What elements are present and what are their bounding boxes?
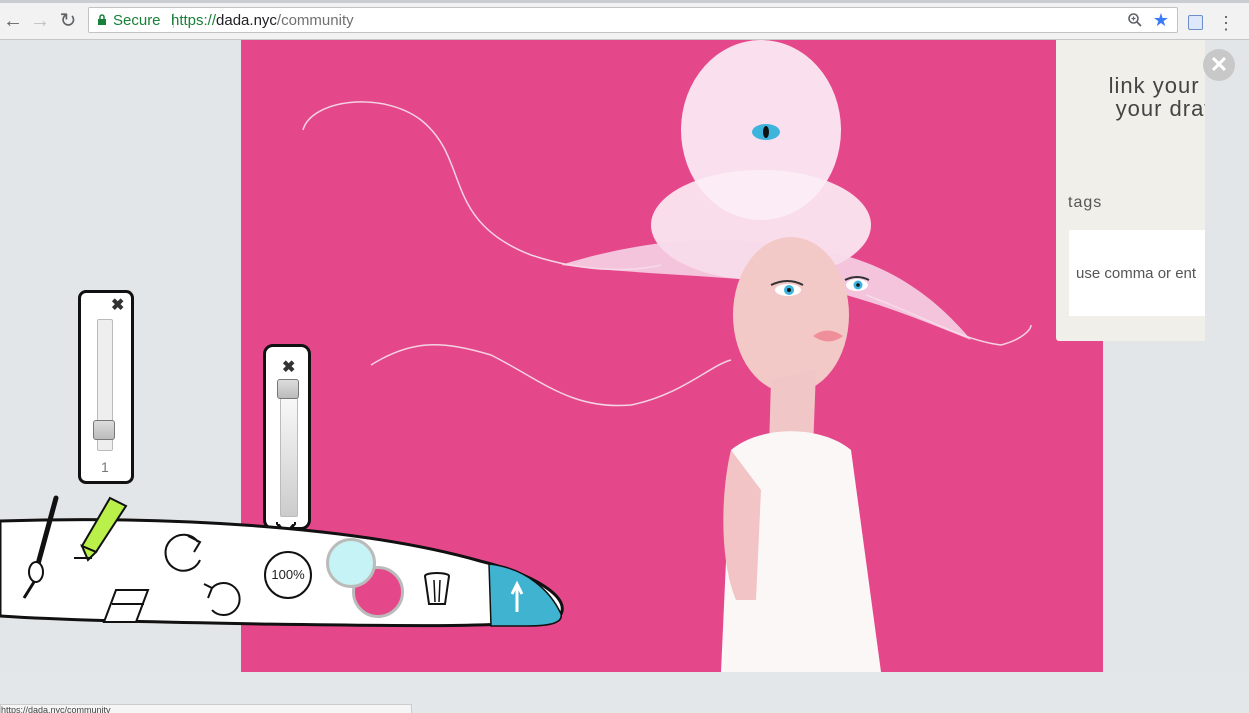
- reload-icon[interactable]: ↻: [56, 9, 80, 33]
- browser-toolbar: ← → ↻ Secure https://dada.nyc/community …: [0, 3, 1249, 40]
- brush-size-popover: ✖ 1: [78, 290, 134, 484]
- page-content: link your fb a your drawin tags ✕ ✖ 1 ✖: [0, 40, 1249, 713]
- opacity-slider[interactable]: [280, 379, 298, 517]
- close-size-popover-icon[interactable]: ✖: [111, 295, 124, 315]
- primary-color-swatch[interactable]: [326, 538, 376, 588]
- status-bar: https://dada.nyc/community: [0, 704, 412, 713]
- url-protocol: https://: [171, 12, 217, 29]
- trash-icon[interactable]: [420, 570, 454, 610]
- send-button[interactable]: [487, 562, 567, 630]
- panel-heading: link your fb a your drawin: [1108, 73, 1205, 121]
- close-icon[interactable]: ✕: [1203, 49, 1235, 81]
- close-opacity-popover-icon[interactable]: ✖: [282, 357, 295, 377]
- menu-icon[interactable]: ⋮: [1217, 11, 1235, 35]
- opacity-zoom-button[interactable]: 100%: [264, 551, 312, 599]
- url-host: dada.nyc: [216, 12, 277, 29]
- bookmark-star-icon[interactable]: ★: [1153, 10, 1169, 30]
- opacity-slider-thumb[interactable]: [277, 379, 299, 399]
- lock-icon: [98, 14, 106, 25]
- address-bar[interactable]: Secure https://dada.nyc/community ★: [88, 7, 1178, 33]
- zoom-icon[interactable]: [1127, 12, 1143, 28]
- url-path: /community: [276, 12, 354, 29]
- highlighter-tool-icon[interactable]: [70, 494, 134, 564]
- eraser-tool-icon[interactable]: [98, 584, 154, 628]
- brush-size-value: 1: [101, 459, 109, 475]
- tags-label: tags: [1068, 194, 1103, 211]
- brush-size-slider-thumb[interactable]: [93, 419, 115, 440]
- extension-icon[interactable]: [1188, 15, 1203, 30]
- opacity-popover: ✖: [263, 344, 311, 530]
- tags-input[interactable]: [1069, 230, 1205, 316]
- back-icon[interactable]: ←: [1, 9, 25, 33]
- brush-tool-icon[interactable]: [20, 494, 64, 602]
- forward-icon[interactable]: →: [28, 9, 52, 33]
- secure-label: Secure: [113, 12, 161, 29]
- redo-icon[interactable]: [158, 528, 214, 576]
- undo-icon[interactable]: [198, 576, 252, 620]
- url-text: https://dada.nyc/community: [171, 12, 354, 29]
- share-panel: link your fb a your drawin tags: [1056, 40, 1205, 341]
